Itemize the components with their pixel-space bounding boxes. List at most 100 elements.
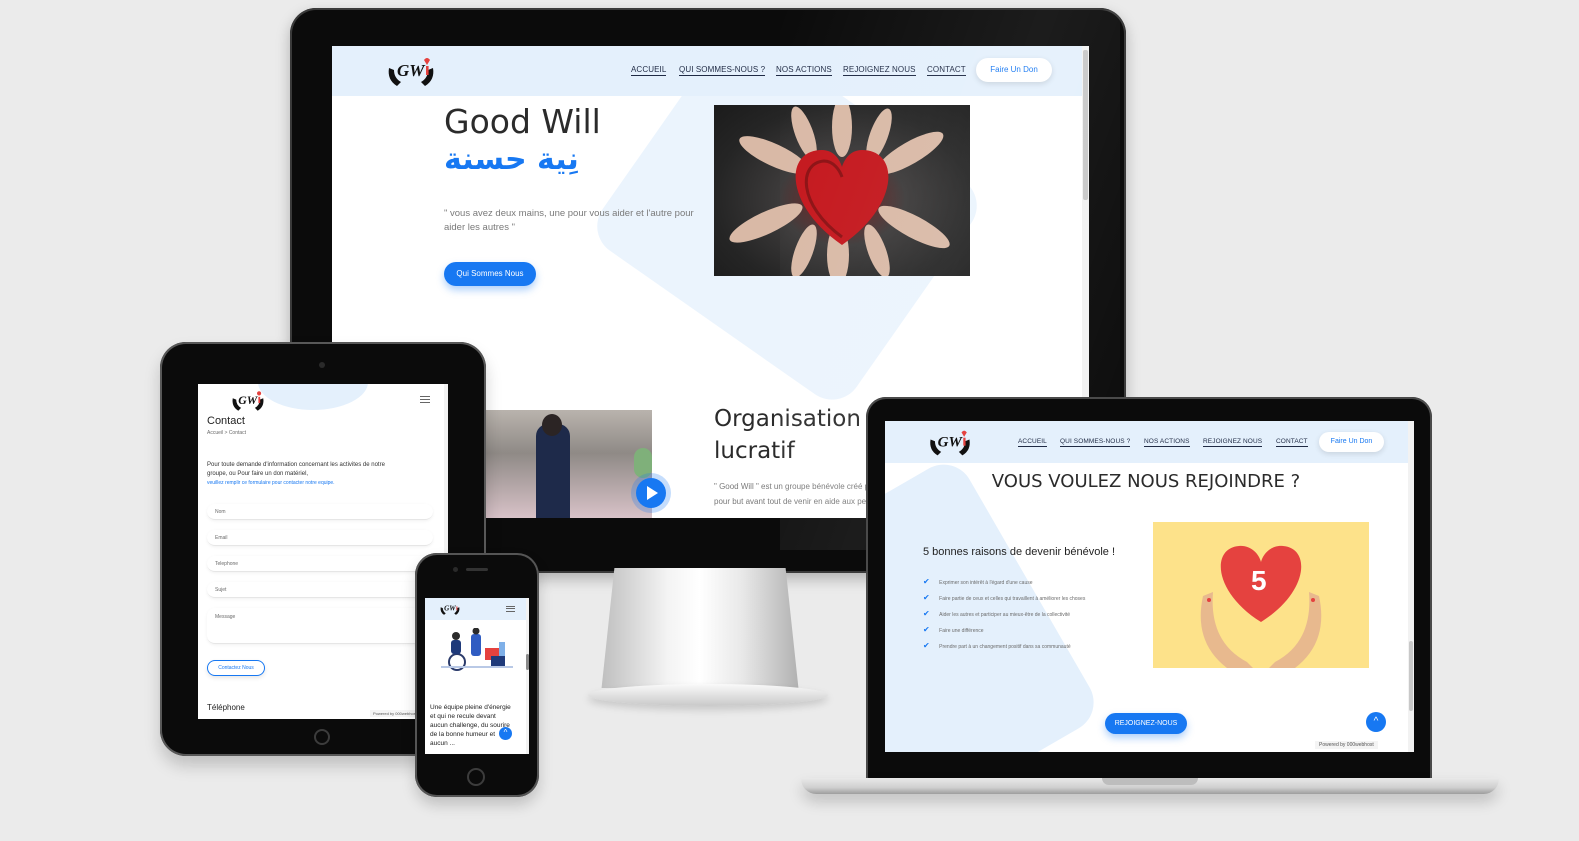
reason-text: Faire partie de ceux et celles qui trava… — [939, 596, 1086, 602]
tablet-submit-button[interactable]: Contactez Nous — [207, 660, 265, 676]
reasons-title: 5 bonnes raisons de devenir bénévole ! — [923, 546, 1116, 558]
laptop-screen: GW ACCUEIL QUI SOMMES-NOUS ? NOS ACTIONS… — [885, 421, 1414, 752]
tablet-screen: GW Contact Accueil > Contact Pour toute … — [198, 384, 448, 719]
heart-hands-image: 5 — [1153, 522, 1369, 668]
play-icon[interactable] — [636, 478, 666, 508]
nav-contact[interactable]: CONTACT — [927, 65, 966, 76]
good-will-logo[interactable]: GW — [385, 54, 437, 90]
video-person-head — [542, 414, 562, 436]
tablet-home-button[interactable] — [314, 729, 330, 745]
nav-qui-sommes-nous[interactable]: QUI SOMMES-NOUS ? — [679, 65, 766, 76]
phone-speaker — [466, 568, 488, 571]
nav-accueil[interactable]: ACCUEIL — [631, 65, 667, 76]
phone-text-4: de la bonne humeur et — [430, 731, 496, 738]
svg-text:GW: GW — [397, 61, 426, 80]
hands-illustration — [729, 105, 950, 276]
section2-text-2: pour but avant tout de venir en aide aux… — [714, 497, 878, 506]
qui-sommes-nous-button[interactable]: Qui Sommes Nous — [444, 262, 536, 286]
phone-text-1: Une équipe pleine d'énergie — [430, 704, 511, 711]
monitor-base — [588, 684, 828, 706]
hamburger-menu-icon[interactable] — [420, 396, 430, 403]
tablet-page-title: Contact — [207, 415, 245, 427]
nav-nos-actions[interactable]: NOS ACTIONS — [1144, 438, 1190, 447]
hero-title: Good Will — [444, 102, 601, 141]
phone-screen: GW Une équipe pleine d'énergie et qui ne… — [425, 598, 529, 754]
field-telephone-placeholder: Telephone — [215, 561, 239, 567]
laptop-notch — [1102, 778, 1198, 785]
scroll-top-icon[interactable]: ^ — [1366, 712, 1386, 732]
hero-quote: " vous avez deux mains, une pour vous ai… — [444, 208, 694, 233]
svg-text:GW: GW — [444, 605, 456, 613]
nav-rejoignez-nous[interactable]: REJOIGNEZ NOUS — [1203, 438, 1263, 447]
join-heading: VOUS VOULEZ NOUS REJOINDRE ? — [991, 471, 1301, 492]
good-will-logo[interactable]: GW — [439, 601, 461, 617]
phone-camera — [453, 567, 458, 572]
hero-hands-image — [714, 105, 970, 276]
check-icon: ✔ — [923, 625, 930, 634]
tablet-footer-heading: Téléphone — [207, 703, 245, 712]
tablet-field-sujet[interactable]: Sujet — [207, 582, 433, 598]
donate-button[interactable]: Faire Un Don — [976, 58, 1052, 82]
reason-text: Faire une différence — [939, 628, 984, 634]
tablet-field-nom[interactable]: Nom — [207, 504, 433, 520]
nav-nos-actions[interactable]: NOS ACTIONS — [776, 65, 832, 76]
reason-text: Aider les autres et participer au mieux-… — [939, 612, 1071, 618]
phone-text-3: aucun challenge, du sourire — [430, 722, 510, 729]
tablet-field-telephone[interactable]: Telephone — [207, 556, 433, 572]
phone-text-2: et qui ne recule devant — [430, 713, 496, 720]
tablet-camera — [319, 362, 325, 368]
nav-rejoignez-nous[interactable]: REJOIGNEZ NOUS — [843, 65, 916, 76]
tablet-intro-3: veuillez remplir ce formulaire pour cont… — [207, 480, 335, 486]
phone-text-5: aucun ... — [430, 740, 455, 747]
nav-accueil[interactable]: ACCUEIL — [1018, 438, 1047, 447]
monitor-stand — [601, 568, 799, 688]
check-icon: ✔ — [923, 593, 930, 602]
laptop-scrollbar[interactable] — [1408, 421, 1414, 752]
scroll-top-icon[interactable]: ^ — [499, 727, 512, 740]
donate-button[interactable]: Faire Un Don — [1319, 432, 1384, 452]
tablet-field-email[interactable]: Email — [207, 530, 433, 546]
phone-scroll-thumb[interactable] — [526, 654, 529, 670]
reason-text: Exprimer son intérêt à l'égard d'une cau… — [939, 580, 1033, 586]
laptop-header: GW ACCUEIL QUI SOMMES-NOUS ? NOS ACTIONS… — [885, 421, 1414, 463]
reason-text: Prendre part à un changement positif dan… — [939, 644, 1071, 650]
tablet-breadcrumb[interactable]: Accueil > Contact — [207, 430, 246, 436]
laptop-scroll-thumb[interactable] — [1409, 641, 1413, 711]
section2-text: " Good Will " est un groupe bénévole cré… — [714, 482, 877, 491]
tablet-header-shape — [258, 384, 368, 410]
check-icon: ✔ — [923, 641, 930, 650]
video-person — [536, 424, 570, 518]
check-icon: ✔ — [923, 609, 930, 618]
field-email-placeholder: Email — [215, 535, 228, 541]
phone-scrollbar[interactable] — [526, 598, 529, 754]
tablet-field-message[interactable]: Message — [207, 608, 433, 644]
good-will-logo[interactable]: GW — [927, 427, 973, 459]
volunteers-illustration — [441, 628, 513, 671]
svg-text:GW: GW — [238, 394, 258, 407]
svg-text:GW: GW — [938, 435, 964, 451]
field-message-placeholder: Message — [215, 614, 236, 620]
section2-title-line2: lucratif — [714, 438, 795, 464]
phone-home-button[interactable] — [467, 768, 485, 786]
hamburger-menu-icon[interactable] — [506, 606, 515, 612]
laptop-powered-by[interactable]: Powered by 000webhost — [1315, 741, 1378, 749]
desktop-header: GW ACCUEIL QUI SOMMES-NOUS ? NOS ACTIONS… — [332, 46, 1089, 96]
hero-arabic-title: نِية حسنة — [444, 142, 579, 177]
field-nom-placeholder: Nom — [215, 509, 226, 515]
tablet-intro-1: Pour toute demande d'information concern… — [207, 462, 385, 468]
good-will-logo[interactable]: GW — [230, 388, 266, 414]
heart-illustration: 5 — [1200, 545, 1322, 668]
reason-item: ✔ Prendre part à un changement positif d… — [923, 635, 1071, 653]
desktop-scroll-thumb[interactable] — [1083, 50, 1088, 200]
video-person-2 — [634, 448, 652, 478]
nav-contact[interactable]: CONTACT — [1276, 438, 1308, 447]
section2-video-thumb[interactable] — [484, 410, 666, 518]
tablet-intro-2: groupe, ou Pour faire un don matériel, — [207, 471, 309, 477]
check-icon: ✔ — [923, 577, 930, 586]
nav-qui-sommes-nous[interactable]: QUI SOMMES-NOUS ? — [1060, 438, 1131, 447]
field-sujet-placeholder: Sujet — [215, 587, 227, 593]
tablet-powered-by[interactable]: Powered by 000webhost — [370, 710, 420, 717]
section2-title-line1: Organisation à — [714, 406, 883, 432]
rejoignez-nous-button[interactable]: REJOIGNEZ-NOUS — [1105, 713, 1187, 734]
heart-number: 5 — [1251, 565, 1267, 596]
